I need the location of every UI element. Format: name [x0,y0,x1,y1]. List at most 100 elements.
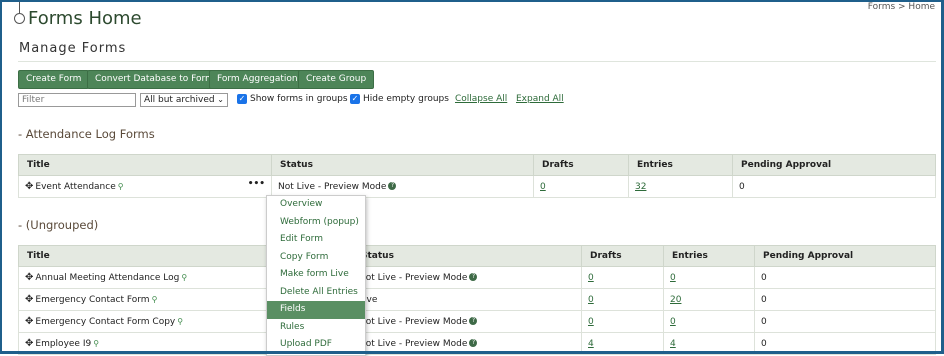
drafts-cell: 4 [581,332,664,355]
section-title: Manage Forms [19,41,127,56]
entries-link[interactable]: 32 [635,182,646,192]
entries-cell: 0 [663,266,755,289]
drafts-link[interactable]: 0 [588,295,594,305]
form-title[interactable]: Emergency Contact Form Copy [35,317,175,327]
column-header-status[interactable]: Status [352,245,582,267]
help-icon[interactable]: ? [388,182,397,190]
status-text: Not Live - Preview Mode [359,338,468,349]
table-row: ✥ Event Attendance ⚲ ••• Not Live - Previe… [18,175,936,198]
menu-item-overview[interactable]: Overview [267,196,365,214]
status-text: Not Live - Preview Mode [278,181,387,192]
group-title-attendance[interactable]: - Attendance Log Forms [18,127,155,141]
drafts-link[interactable]: 0 [540,182,546,192]
move-icon[interactable]: ✥ [25,294,33,305]
status-cell: Not Live - Preview Mode? [352,310,582,333]
create-group-button[interactable]: Create Group [298,70,375,89]
form-actions-menu: Overview Webform (popup) Edit Form Copy … [266,195,366,356]
drafts-cell: 0 [581,310,664,333]
column-header-pending[interactable]: Pending Approval [732,154,936,176]
menu-item-fields[interactable]: Fields [267,301,365,319]
decor-circle [14,13,25,24]
pending-cell: 0 [754,332,936,355]
title-cell: ✥ Event Attendance ⚲ ••• [18,175,272,198]
entries-cell: 32 [628,175,733,198]
column-header-entries[interactable]: Entries [663,245,755,267]
pending-cell: 0 [754,310,936,333]
chevron-down-icon: ⌄ [217,95,224,104]
tag-icon: ⚲ [177,317,184,326]
entries-link[interactable]: 20 [670,295,681,305]
status-text: Not Live - Preview Mode [359,272,468,283]
tag-icon: ⚲ [117,182,124,191]
entries-cell: 0 [663,310,755,333]
help-icon[interactable]: ? [469,339,478,347]
show-groups-checkbox[interactable]: ✓ [237,94,247,104]
convert-database-button[interactable]: Convert Database to Form [87,70,222,89]
menu-item-webform[interactable]: Webform (popup) [267,214,365,232]
expand-all-link[interactable]: Expand All [516,94,564,104]
form-title[interactable]: Emergency Contact Form [35,295,149,305]
form-title[interactable]: Event Attendance [35,182,115,192]
column-header-drafts[interactable]: Drafts [533,154,629,176]
menu-item-copy-form[interactable]: Copy Form [267,249,365,267]
entries-cell: 4 [663,332,755,355]
column-header-drafts[interactable]: Drafts [581,245,664,267]
filter-input[interactable]: Filter [18,93,136,107]
tag-icon: ⚲ [93,339,100,348]
help-icon[interactable]: ? [469,273,478,281]
hide-empty-checkbox[interactable]: ✓ [350,94,360,104]
table-row: ✥ Employee I9 ⚲ Not Live - Preview Mode? 4… [18,332,936,355]
column-header-pending[interactable]: Pending Approval [754,245,936,267]
more-icon[interactable]: ••• [248,179,265,189]
column-header-entries[interactable]: Entries [628,154,733,176]
table-row: ✥ Emergency Contact Form ⚲ Live 0 20 0 [18,288,936,311]
ungrouped-forms-table: Title Status Drafts Entries Pending Appr… [18,245,936,355]
move-icon[interactable]: ✥ [25,181,33,192]
move-icon[interactable]: ✥ [25,316,33,327]
status-cell: Not Live - Preview Mode? [352,332,582,355]
tag-icon: ⚲ [181,273,188,282]
pending-cell: 0 [754,288,936,311]
move-icon[interactable]: ✥ [25,338,33,349]
collapse-all-link[interactable]: Collapse All [455,94,507,104]
form-title[interactable]: Employee I9 [35,339,91,349]
form-aggregation-button[interactable]: Form Aggregation [209,70,306,89]
table-row: ✥ Annual Meeting Attendance Log ⚲ Not Live… [18,266,936,289]
pending-cell: 0 [732,175,936,198]
archive-select[interactable]: All but archived ⌄ [140,93,228,107]
drafts-link[interactable]: 0 [588,273,594,283]
menu-item-edit-form[interactable]: Edit Form [267,231,365,249]
create-form-button[interactable]: Create Form [18,70,90,89]
archive-select-value: All but archived [144,95,215,105]
help-icon[interactable]: ? [469,317,478,325]
tag-icon: ⚲ [151,295,158,304]
drafts-link[interactable]: 0 [588,317,594,327]
section-divider [18,61,936,62]
entries-link[interactable]: 0 [670,273,676,283]
entries-cell: 20 [663,288,755,311]
menu-item-upload-pdf[interactable]: Upload PDF [267,336,365,354]
hide-empty-label: Hide empty groups [363,94,449,104]
pending-cell: 0 [754,266,936,289]
drafts-cell: 0 [581,288,664,311]
status-cell: Live [352,288,582,311]
column-header-status[interactable]: Status [271,154,534,176]
entries-link[interactable]: 0 [670,317,676,327]
breadcrumb[interactable]: Forms > Home [868,2,935,12]
column-header-title[interactable]: Title [18,154,272,176]
menu-item-rules[interactable]: Rules [267,319,365,337]
show-groups-label: Show forms in groups [250,94,348,104]
attendance-forms-table: Title Status Drafts Entries Pending Appr… [18,154,936,198]
drafts-cell: 0 [581,266,664,289]
form-title[interactable]: Annual Meeting Attendance Log [35,273,179,283]
menu-item-make-live[interactable]: Make form Live [267,266,365,284]
menu-item-delete-entries[interactable]: Delete All Entries [267,284,365,302]
page-title: Forms Home [28,8,142,29]
move-icon[interactable]: ✥ [25,272,33,283]
status-cell: Not Live - Preview Mode? [352,266,582,289]
entries-link[interactable]: 4 [670,339,676,349]
status-text: Not Live - Preview Mode [359,316,468,327]
group-title-ungrouped[interactable]: - (Ungrouped) [18,218,98,232]
drafts-link[interactable]: 4 [588,339,594,349]
drafts-cell: 0 [533,175,629,198]
